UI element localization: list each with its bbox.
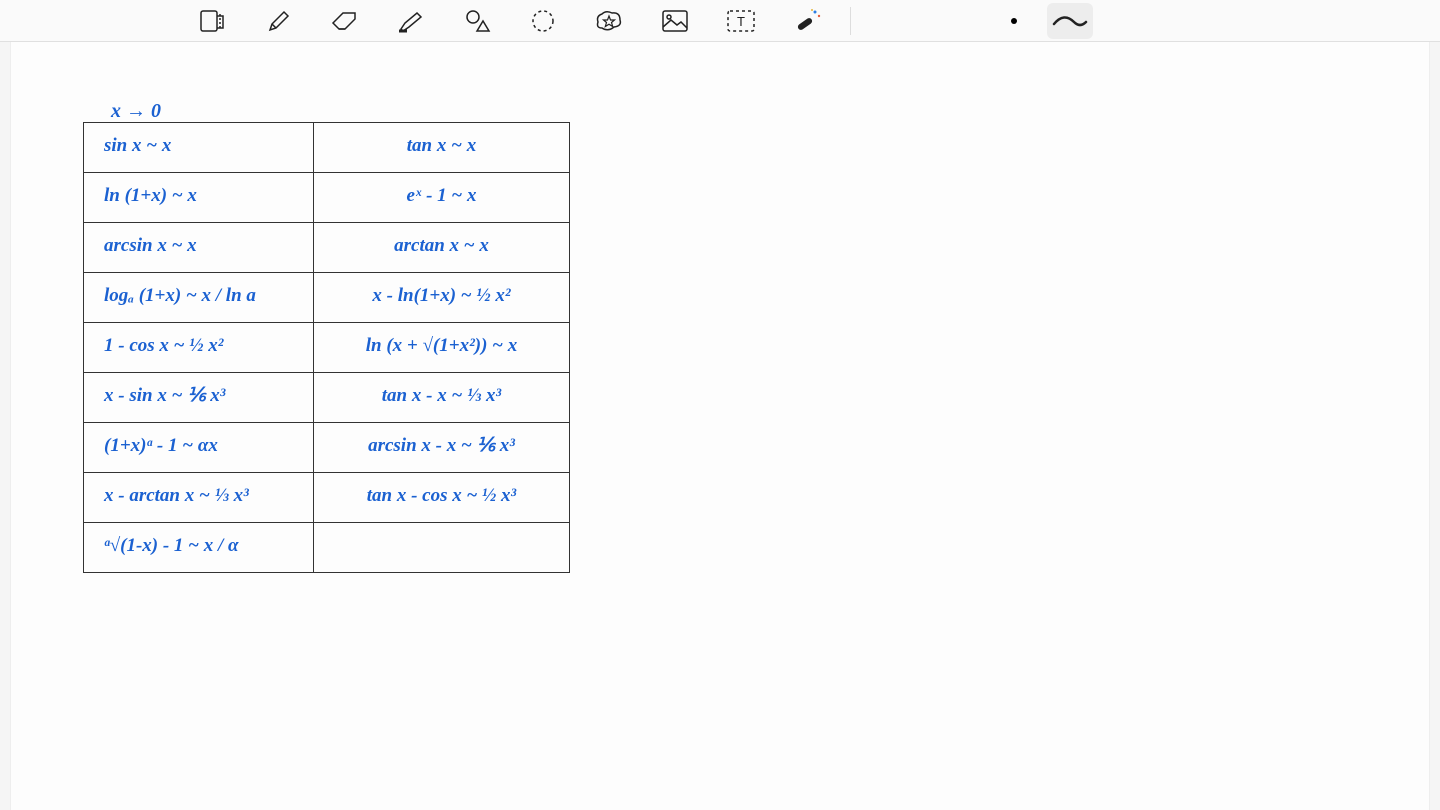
shape-icon[interactable]	[444, 0, 510, 42]
toolbar: T	[0, 0, 1440, 42]
highlighter-icon[interactable]	[378, 0, 444, 42]
eraser-icon[interactable]	[312, 0, 378, 42]
formula-cell-left: x - sin x ~ ⅙ x³	[84, 373, 314, 423]
table-row: (1+x)ᵅ - 1 ~ αxarcsin x - x ~ ⅙ x³	[84, 423, 570, 473]
formula-cell-left: sin x ~ x	[84, 123, 314, 173]
formula-cell-right	[314, 523, 570, 573]
star-tool-icon[interactable]	[576, 0, 642, 42]
image-icon[interactable]	[642, 0, 708, 42]
limit-heading: x → 0	[111, 100, 161, 123]
formula-cell-right: arcsin x - x ~ ⅙ x³	[314, 423, 570, 473]
formula-cell-right: arctan x ~ x	[314, 223, 570, 273]
table-row: 1 - cos x ~ ½ x²ln (x + √(1+x²)) ~ x	[84, 323, 570, 373]
formula-cell-right: x - ln(1+x) ~ ½ x²	[314, 273, 570, 323]
equivalence-table: sin x ~ xtan x ~ xln (1+x) ~ xeˣ - 1 ~ x…	[83, 122, 570, 573]
page-layout-icon[interactable]	[180, 0, 246, 42]
formula-cell-left: ln (1+x) ~ x	[84, 173, 314, 223]
formula-cell-right: ln (x + √(1+x²)) ~ x	[314, 323, 570, 373]
stroke-curve-icon	[1052, 14, 1088, 28]
table-row: x - arctan x ~ ⅓ x³tan x - cos x ~ ½ x³	[84, 473, 570, 523]
table-row: ᵅ√(1-x) - 1 ~ x / α	[84, 523, 570, 573]
pen-icon[interactable]	[246, 0, 312, 42]
stroke-preview[interactable]	[1047, 3, 1093, 39]
toolbar-separator	[850, 7, 851, 35]
lasso-icon[interactable]	[510, 0, 576, 42]
color-picker[interactable]	[981, 0, 1047, 42]
formula-cell-left: ᵅ√(1-x) - 1 ~ x / α	[84, 523, 314, 573]
formula-cell-right: eˣ - 1 ~ x	[314, 173, 570, 223]
formula-cell-left: (1+x)ᵅ - 1 ~ αx	[84, 423, 314, 473]
table-row: arcsin x ~ xarctan x ~ x	[84, 223, 570, 273]
color-dot-icon	[1011, 18, 1017, 24]
canvas[interactable]: x → 0 sin x ~ xtan x ~ xln (1+x) ~ xeˣ -…	[10, 42, 1430, 810]
formula-cell-left: logₐ (1+x) ~ x / ln a	[84, 273, 314, 323]
formula-cell-right: tan x - x ~ ⅓ x³	[314, 373, 570, 423]
formula-cell-left: 1 - cos x ~ ½ x²	[84, 323, 314, 373]
formula-cell-left: arcsin x ~ x	[84, 223, 314, 273]
table-row: sin x ~ xtan x ~ x	[84, 123, 570, 173]
formula-cell-left: x - arctan x ~ ⅓ x³	[84, 473, 314, 523]
magic-pen-icon[interactable]	[774, 0, 840, 42]
formula-cell-right: tan x ~ x	[314, 123, 570, 173]
table-row: logₐ (1+x) ~ x / ln ax - ln(1+x) ~ ½ x²	[84, 273, 570, 323]
text-icon[interactable]: T	[708, 0, 774, 42]
table-row: ln (1+x) ~ xeˣ - 1 ~ x	[84, 173, 570, 223]
svg-text:T: T	[737, 14, 745, 29]
formula-cell-right: tan x - cos x ~ ½ x³	[314, 473, 570, 523]
table-row: x - sin x ~ ⅙ x³tan x - x ~ ⅓ x³	[84, 373, 570, 423]
